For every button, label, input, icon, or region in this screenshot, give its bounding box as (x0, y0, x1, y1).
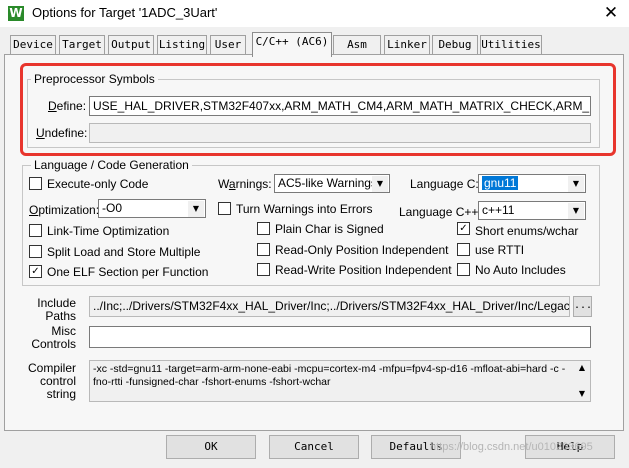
language-cpp-select[interactable]: c++11 ▼ (478, 201, 586, 220)
include-paths-field[interactable]: ../Inc;../Drivers/STM32F4xx_HAL_Driver/I… (89, 296, 570, 317)
optimization-label: Optimization: (29, 203, 100, 217)
optimization-select[interactable]: -O0 ▼ (98, 199, 206, 218)
scroll-up-icon[interactable]: ▲ (574, 363, 590, 372)
window-title: Options for Target '1ADC_3Uart' (32, 5, 218, 20)
split-load-label: Split Load and Store Multiple (47, 245, 201, 259)
no-auto-includes-label: No Auto Includes (475, 263, 566, 277)
plain-char-checkbox[interactable] (257, 222, 270, 235)
language-legend: Language / Code Generation (31, 158, 192, 172)
warnings-select[interactable]: AC5-like Warnings ▼ (274, 174, 390, 193)
one-elf-label: One ELF Section per Function (47, 265, 209, 279)
short-enums-checkbox[interactable]: ✓ (457, 222, 470, 235)
ropi-checkbox[interactable] (257, 243, 270, 256)
cancel-button[interactable]: Cancel (269, 435, 359, 459)
language-c-value: gnu11 (482, 176, 519, 190)
close-icon[interactable]: ✕ (598, 0, 624, 26)
misc-controls-label: Misc Controls (31, 324, 76, 351)
tab-user[interactable]: User (210, 35, 246, 54)
watermark-text: https://blog.csdn.net/u010203695 (430, 441, 593, 453)
include-paths-label: Include Paths (37, 296, 76, 323)
optimization-value: -O0 (102, 201, 123, 215)
link-time-label: Link-Time Optimization (47, 224, 170, 238)
rwpi-checkbox[interactable] (257, 263, 270, 276)
language-c-label: Language C: (410, 177, 479, 191)
misc-controls-field[interactable] (89, 326, 591, 348)
tab-debug[interactable]: Debug (432, 35, 478, 54)
tab-linker[interactable]: Linker (384, 35, 430, 54)
short-enums-label: Short enums/wchar (475, 224, 579, 238)
rwpi-label: Read-Write Position Independent (275, 263, 452, 277)
plain-char-label: Plain Char is Signed (275, 222, 384, 236)
link-time-checkbox[interactable] (29, 224, 42, 237)
chevron-down-icon: ▼ (372, 176, 388, 192)
turn-warnings-errors-label: Turn Warnings into Errors (236, 202, 373, 216)
warnings-label: Warnings: (218, 177, 272, 191)
keil-uvision-icon: W (8, 6, 24, 21)
tab-target[interactable]: Target (59, 35, 105, 54)
one-elf-checkbox[interactable]: ✓ (29, 265, 42, 278)
compiler-string-textarea[interactable]: -xc -std=gnu11 -target=arm-arm-none-eabi… (89, 360, 591, 402)
language-c-select[interactable]: gnu11 ▼ (478, 174, 586, 193)
split-load-checkbox[interactable] (29, 245, 42, 258)
tab-listing[interactable]: Listing (157, 35, 207, 54)
include-paths-browse-button[interactable]: ... (573, 296, 592, 317)
ok-button[interactable]: OK (166, 435, 256, 459)
tab-asm[interactable]: Asm (333, 35, 381, 54)
language-cpp-value: c++11 (482, 203, 515, 217)
tab-cpp-ac6[interactable]: C/C++ (AC6) (252, 32, 332, 57)
preprocessor-highlight-box (20, 63, 616, 156)
warnings-value: AC5-like Warnings (278, 176, 377, 190)
execute-only-label: Execute-only Code (47, 177, 149, 191)
tab-utilities[interactable]: Utilities (480, 35, 542, 54)
ropi-label: Read-Only Position Independent (275, 243, 449, 257)
language-cpp-label: Language C++: (399, 205, 482, 219)
compiler-string-label: Compiler control string (27, 361, 76, 401)
chevron-down-icon: ▼ (188, 201, 204, 217)
chevron-down-icon: ▼ (568, 176, 584, 192)
use-rtti-checkbox[interactable] (457, 243, 470, 256)
execute-only-checkbox[interactable] (29, 177, 42, 190)
no-auto-includes-checkbox[interactable] (457, 263, 470, 276)
tab-device[interactable]: Device (10, 35, 56, 54)
scroll-down-icon[interactable]: ▼ (574, 389, 590, 398)
turn-warnings-errors-checkbox[interactable] (218, 202, 231, 215)
chevron-down-icon: ▼ (568, 203, 584, 219)
use-rtti-label: use RTTI (475, 243, 525, 257)
tab-output[interactable]: Output (108, 35, 154, 54)
